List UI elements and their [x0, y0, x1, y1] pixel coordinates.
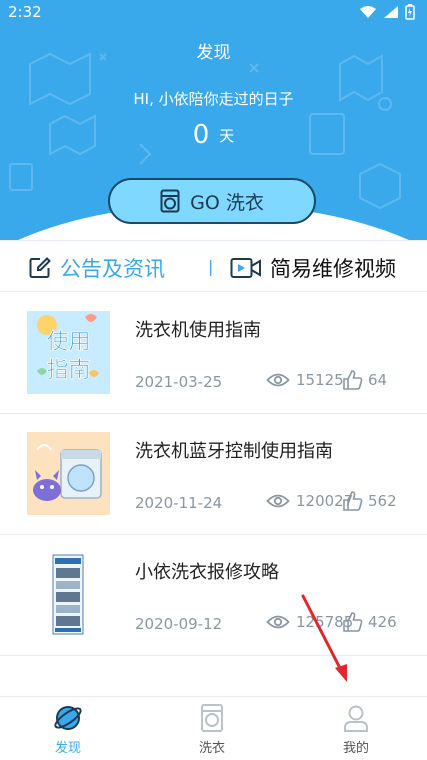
article-thumbnail-bluetooth [27, 432, 110, 515]
edit-icon [29, 257, 51, 278]
eye-icon [266, 615, 290, 629]
thumb-guide-text-1: 使用 [46, 330, 90, 355]
wifi-icon [360, 6, 376, 18]
article-title: 洗衣机蓝牙控制使用指南 [135, 441, 333, 462]
washer-icon [201, 704, 223, 732]
thumbs-up-icon [343, 491, 363, 511]
go-wash-button[interactable]: GO 洗衣 [108, 178, 316, 224]
video-icon [230, 258, 261, 278]
view-count: 120027 [266, 492, 353, 510]
article-thumbnail-guide: 使用 指南 [27, 311, 110, 394]
eye-icon [266, 373, 290, 387]
tab-video-label: 简易维修视频 [270, 257, 396, 281]
status-bar: 2:32 [0, 0, 427, 24]
thumbs-up-icon [343, 612, 363, 632]
bottom-nav: 发现 洗衣 我的 [0, 696, 427, 760]
days-count: 0 [192, 120, 210, 150]
article-list: 使用 指南 洗衣机使用指南 2021-03-25 15125 64 洗衣机蓝牙控… [0, 293, 427, 656]
article-item[interactable]: 小依洗衣报修攻略 2020-09-12 125785 426 [0, 535, 427, 656]
view-count: 15125 [266, 371, 344, 389]
washer-icon [160, 189, 180, 213]
like-count[interactable]: 562 [342, 490, 397, 512]
nav-discover[interactable]: 发现 [28, 703, 108, 756]
tab-separator: | [208, 257, 214, 276]
article-date: 2020-09-12 [135, 615, 223, 633]
battery-icon [405, 4, 415, 20]
eye-icon [266, 494, 290, 508]
tab-news[interactable]: 公告及资讯 [28, 253, 165, 283]
article-title: 小依洗衣报修攻略 [135, 562, 279, 583]
status-time: 2:32 [8, 3, 42, 21]
article-thumbnail-repair [27, 553, 110, 636]
greeting-text: HI, 小依陪你走过的日子 [133, 90, 294, 108]
user-icon [344, 705, 368, 732]
view-count: 125785 [266, 613, 353, 631]
nav-discover-label: 发现 [54, 741, 81, 756]
like-count-value: 562 [368, 492, 397, 510]
like-count[interactable]: 64 [342, 369, 387, 391]
nav-wash[interactable]: 洗衣 [172, 703, 252, 756]
days-counter: 0天 [0, 120, 427, 150]
go-wash-label: GO 洗衣 [190, 191, 264, 214]
nav-wash-label: 洗衣 [198, 741, 225, 756]
article-date: 2020-11-24 [135, 494, 223, 512]
article-title: 洗衣机使用指南 [135, 320, 261, 341]
thumbs-up-icon [343, 370, 363, 390]
nav-mine[interactable]: 我的 [316, 703, 396, 756]
nav-mine-label: 我的 [342, 741, 369, 756]
planet-icon [54, 706, 82, 730]
like-count-value: 64 [368, 371, 388, 389]
like-count-value: 426 [368, 613, 397, 631]
article-item[interactable]: 使用 指南 洗衣机使用指南 2021-03-25 15125 64 [0, 293, 427, 414]
tab-repair-video[interactable]: 简易维修视频 [230, 253, 396, 283]
thumb-guide-text-2: 指南 [46, 358, 90, 383]
signal-icon [384, 6, 398, 18]
content-tabs: 公告及资讯 | 简易维修视频 [0, 240, 427, 292]
article-item[interactable]: 洗衣机蓝牙控制使用指南 2020-11-24 120027 562 [0, 414, 427, 535]
view-count-value: 15125 [296, 371, 344, 389]
tab-news-label: 公告及资讯 [60, 257, 165, 281]
days-unit: 天 [219, 126, 235, 145]
article-date: 2021-03-25 [135, 373, 223, 391]
page-title: 发现 [196, 43, 231, 63]
like-count[interactable]: 426 [342, 611, 397, 633]
status-icons [359, 4, 415, 20]
